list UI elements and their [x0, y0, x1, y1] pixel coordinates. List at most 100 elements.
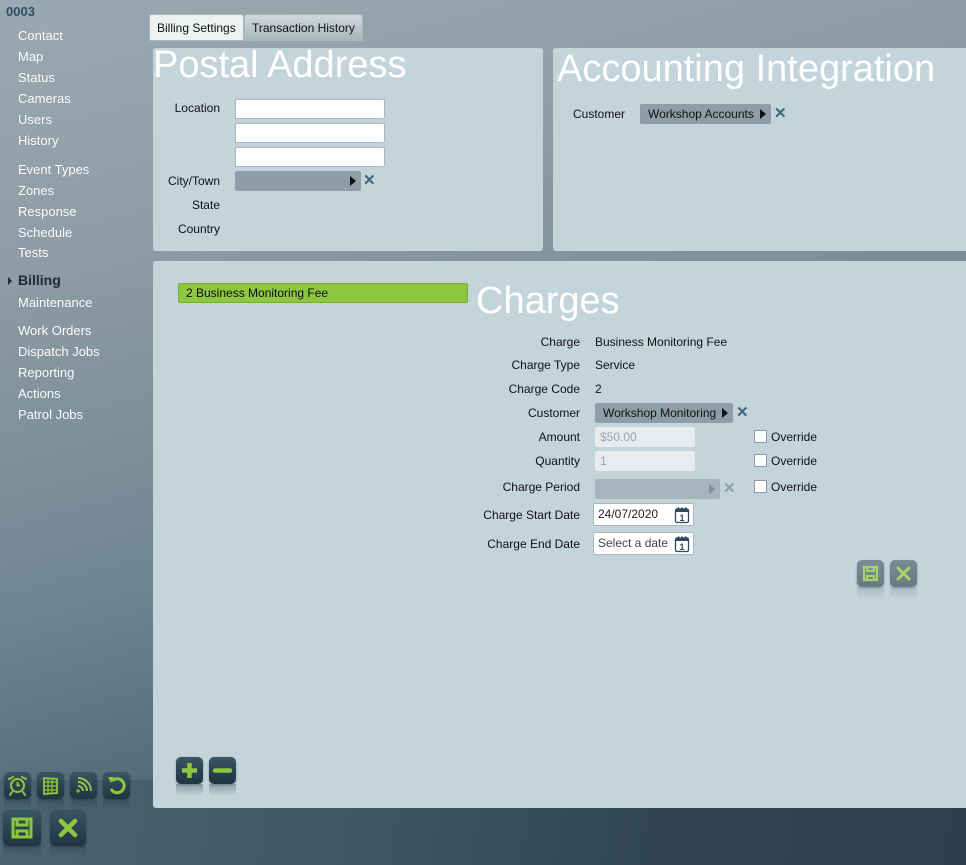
close-icon — [896, 566, 911, 581]
accounting-integration-panel: Accounting Integration Customer Workshop… — [553, 48, 966, 251]
expand-arrow-icon — [350, 176, 356, 186]
quantity-label: Quantity — [535, 454, 580, 468]
charge-customer-clear-icon[interactable]: ✕ — [736, 405, 749, 420]
expand-arrow-icon — [760, 109, 766, 119]
calendar-icon[interactable]: 1 — [674, 506, 690, 524]
sidebar-item-map[interactable]: Map — [18, 49, 43, 64]
add-charge-button[interactable] — [176, 757, 203, 796]
amount-override-checkbox[interactable] — [754, 430, 767, 443]
charge-period-picker[interactable] — [595, 479, 720, 499]
tab-transaction-history[interactable]: Transaction History — [244, 14, 363, 41]
amount-input[interactable]: $50.00 — [595, 427, 695, 447]
button-reflection — [890, 587, 917, 599]
accounting-customer-label: Customer — [573, 107, 626, 121]
postal-address-panel: Postal Address Location City/Town ✕ Stat… — [153, 44, 543, 251]
city-clear-icon[interactable]: ✕ — [363, 173, 376, 188]
sidebar-item-patrol-jobs[interactable]: Patrol Jobs — [18, 407, 83, 422]
plus-icon — [182, 763, 197, 778]
undo-button[interactable] — [103, 772, 130, 811]
signal-icon — [76, 777, 92, 793]
charge-code-label: Charge Code — [508, 382, 580, 396]
charge-type-value: Service — [595, 358, 636, 372]
amount-label: Amount — [538, 430, 580, 444]
sidebar-item-response[interactable]: Response — [18, 204, 77, 219]
charge-customer-value: Workshop Monitoring — [603, 406, 717, 420]
location-label: Location — [174, 101, 220, 115]
button-reflection — [103, 799, 130, 811]
charge-period-override-checkbox[interactable] — [754, 480, 767, 493]
sidebar-item-actions[interactable]: Actions — [18, 386, 61, 401]
sidebar-item-tests[interactable]: Tests — [18, 245, 48, 260]
quantity-input[interactable]: 1 — [595, 451, 695, 471]
charge-period-label: Charge Period — [502, 480, 580, 494]
sidebar-item-status[interactable]: Status — [18, 70, 55, 85]
quantity-override-checkbox[interactable] — [754, 454, 767, 467]
expand-arrow-icon — [722, 408, 728, 418]
sidebar-item-dispatch-jobs[interactable]: Dispatch Jobs — [18, 344, 100, 359]
calendar-icon[interactable]: 1 — [674, 535, 690, 553]
charge-period-override-label: Override — [771, 480, 818, 494]
remove-charge-button[interactable] — [209, 757, 236, 796]
charge-list-item[interactable]: 2 Business Monitoring Fee — [178, 283, 468, 303]
amount-override-label: Override — [771, 430, 818, 444]
postal-address-title: Postal Address — [153, 44, 407, 86]
minus-icon — [212, 768, 233, 773]
undo-icon — [108, 777, 126, 795]
start-date-label: Charge Start Date — [483, 508, 580, 522]
city-label: City/Town — [167, 174, 220, 188]
charge-period-clear-icon[interactable]: ✕ — [723, 481, 736, 496]
save-icon — [11, 817, 33, 839]
end-date-input[interactable]: Select a date 1 — [593, 532, 694, 555]
save-button[interactable] — [3, 810, 41, 858]
accounting-customer-clear-icon[interactable]: ✕ — [774, 106, 787, 121]
sidebar-item-cameras[interactable]: Cameras — [18, 91, 71, 106]
button-reflection — [3, 846, 41, 858]
sidebar-item-event-types[interactable]: Event Types — [18, 162, 89, 177]
button-reflection — [50, 846, 86, 858]
start-date-value: 24/07/2020 — [598, 507, 659, 521]
location-line-2-input[interactable] — [235, 123, 385, 143]
sidebar-item-users[interactable]: Users — [18, 112, 52, 127]
charge-cancel-button[interactable] — [890, 560, 917, 599]
alarm-button[interactable] — [4, 772, 31, 811]
alarm-clock-icon — [8, 776, 27, 796]
sidebar-item-history[interactable]: History — [18, 133, 58, 148]
location-line-1-input[interactable] — [235, 99, 385, 119]
state-label: State — [191, 198, 220, 212]
charge-value: Business Monitoring Fee — [595, 335, 728, 349]
location-line-3-input[interactable] — [235, 147, 385, 167]
accounting-integration-title: Accounting Integration — [557, 48, 936, 90]
signal-button[interactable] — [70, 772, 97, 811]
charge-customer-picker[interactable]: Workshop Monitoring — [595, 403, 733, 423]
sidebar-item-work-orders[interactable]: Work Orders — [18, 323, 91, 338]
end-date-label: Charge End Date — [487, 537, 580, 551]
button-reflection — [176, 784, 203, 796]
active-indicator-icon — [8, 277, 12, 285]
sidebar-item-zones[interactable]: Zones — [18, 183, 54, 198]
button-reflection — [209, 784, 236, 796]
svg-text:1: 1 — [679, 542, 684, 552]
charge-save-button[interactable] — [857, 560, 884, 599]
accounting-customer-value: Workshop Accounts — [648, 107, 754, 121]
close-icon — [58, 818, 78, 838]
sidebar-item-contact[interactable]: Contact — [18, 28, 63, 43]
charge-code-value: 2 — [595, 382, 602, 396]
sidebar-item-billing[interactable]: Billing — [18, 272, 61, 288]
record-id: 0003 — [6, 4, 35, 19]
button-reflection — [857, 587, 884, 599]
country-label: Country — [177, 222, 220, 236]
building-icon — [43, 777, 58, 795]
city-picker[interactable] — [235, 171, 361, 191]
start-date-input[interactable]: 24/07/2020 1 — [593, 503, 694, 526]
sidebar-item-schedule[interactable]: Schedule — [18, 225, 72, 240]
tab-billing-settings[interactable]: Billing Settings — [149, 14, 244, 41]
charge-type-label: Charge Type — [511, 358, 581, 372]
charge-customer-label: Customer — [527, 406, 580, 420]
save-icon — [862, 565, 879, 582]
sidebar-item-reporting[interactable]: Reporting — [18, 365, 74, 380]
sidebar-item-maintenance[interactable]: Maintenance — [18, 295, 92, 310]
cancel-button[interactable] — [50, 810, 86, 858]
accounting-customer-picker[interactable]: Workshop Accounts — [640, 104, 771, 124]
building-button[interactable] — [37, 772, 64, 811]
expand-arrow-icon — [709, 484, 715, 494]
